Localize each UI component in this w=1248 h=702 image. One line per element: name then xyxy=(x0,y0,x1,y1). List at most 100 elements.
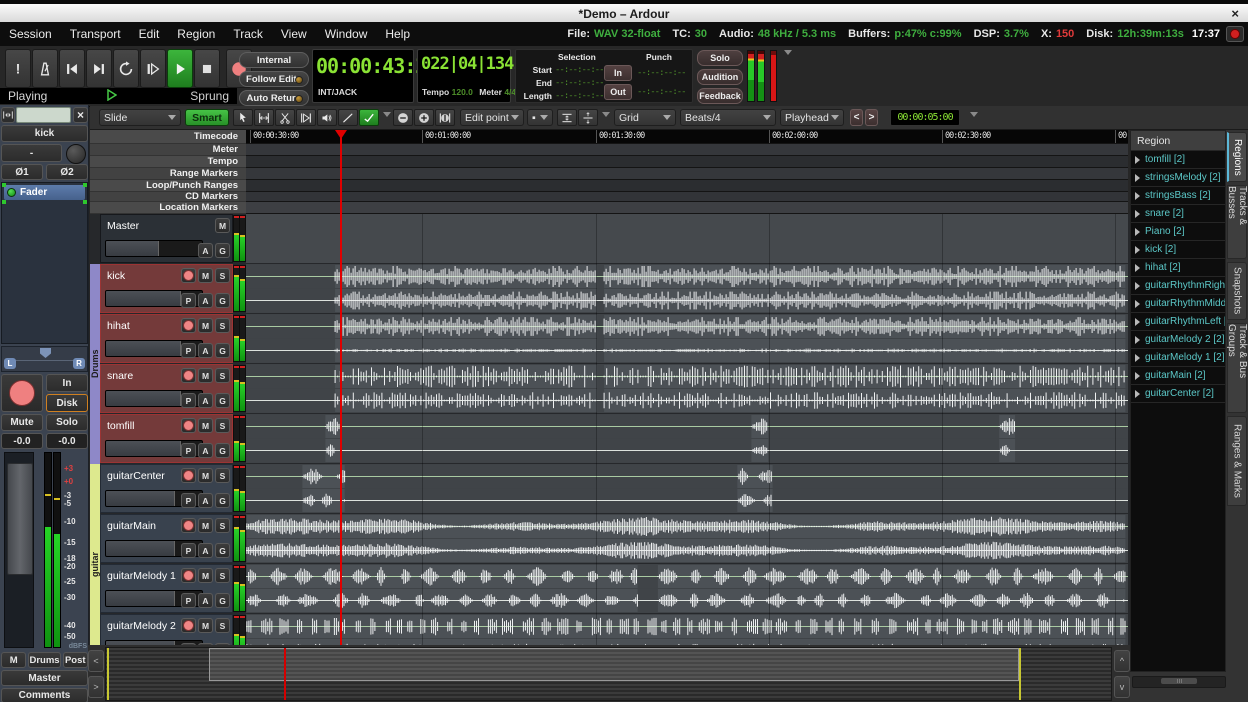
audition-icon[interactable] xyxy=(317,109,337,126)
zoom-fit-icon[interactable] xyxy=(435,109,455,126)
menu-session[interactable]: Session xyxy=(0,27,61,41)
solo-button[interactable]: Solo xyxy=(46,414,88,431)
grab-icon[interactable] xyxy=(233,109,253,126)
stretch-icon[interactable] xyxy=(296,109,316,126)
output-button[interactable]: Master xyxy=(1,670,88,686)
track-name[interactable]: tomfill xyxy=(107,420,134,432)
goto-end-button[interactable] xyxy=(86,49,112,88)
solo-button[interactable]: S xyxy=(215,418,230,433)
group-button[interactable]: G xyxy=(215,243,230,258)
tempo-value[interactable]: 120.0 xyxy=(452,87,473,97)
goto-start-button[interactable] xyxy=(59,49,85,88)
summary-canvas[interactable] xyxy=(105,647,1112,701)
nudge-clock[interactable]: 00:00:05:00 xyxy=(890,109,960,126)
processor-box[interactable]: Fader xyxy=(1,182,88,344)
track-header[interactable]: guitarMelody 1MSPAG xyxy=(100,564,233,613)
group-button[interactable]: G xyxy=(215,343,230,358)
track-canvas[interactable] xyxy=(246,214,1128,263)
playhead[interactable] xyxy=(340,131,342,645)
draw-icon[interactable] xyxy=(338,109,358,126)
summary-scroll-left-button[interactable]: < xyxy=(88,650,104,672)
solo-button[interactable]: S xyxy=(215,318,230,333)
record-arm-button[interactable] xyxy=(181,318,196,333)
panner[interactable]: L R xyxy=(1,346,88,372)
monitor-disk-button[interactable]: Disk xyxy=(46,394,88,412)
automation-button[interactable]: A xyxy=(198,493,213,508)
playlist-button[interactable]: P xyxy=(181,493,196,508)
record-enable-button[interactable] xyxy=(1,374,43,412)
shrink-tracks-icon[interactable] xyxy=(557,109,577,126)
tab-track-bus-groups[interactable]: Track & Bus Groups xyxy=(1227,323,1247,413)
trim-knob[interactable] xyxy=(66,144,86,164)
ruler-meter[interactable] xyxy=(246,144,1128,156)
region-list-item[interactable]: hihat [2] xyxy=(1131,259,1225,277)
group-button[interactable]: G xyxy=(215,293,230,308)
playlist-button[interactable]: P xyxy=(181,343,196,358)
ruler-label-location-markers[interactable]: Location Markers xyxy=(90,202,246,214)
triangle-right-icon[interactable] xyxy=(1135,372,1140,380)
region-list-item[interactable]: stringsBass [2] xyxy=(1131,187,1225,205)
triangle-right-icon[interactable] xyxy=(1135,318,1140,326)
record-arm-button[interactable] xyxy=(181,618,196,633)
mute-button[interactable]: Mute xyxy=(1,414,43,431)
ruler-label-cd-markers[interactable]: CD Markers xyxy=(90,192,246,202)
expand-tracks-icon[interactable] xyxy=(578,109,598,126)
processor-led-icon[interactable] xyxy=(7,188,16,197)
titlebar[interactable]: *Demo – Ardour × xyxy=(0,0,1248,22)
track-header[interactable]: MasterMAG xyxy=(100,214,233,263)
secondary-clock[interactable]: 022|04|1341 Tempo 120.0 Meter 4/4 xyxy=(417,49,511,103)
triangle-right-icon[interactable] xyxy=(1135,210,1140,218)
track-header[interactable]: snareMSPAG xyxy=(100,364,233,413)
smart-mode-button[interactable]: Smart xyxy=(185,109,229,126)
solo-button[interactable]: S xyxy=(215,568,230,583)
close-icon[interactable]: × xyxy=(73,107,88,123)
fader-processor[interactable]: Fader xyxy=(4,185,85,200)
triangle-right-icon[interactable] xyxy=(1135,264,1140,272)
chevron-down-icon[interactable] xyxy=(784,50,792,55)
track-name[interactable]: guitarCenter xyxy=(107,470,165,482)
mute-button[interactable]: M xyxy=(198,568,213,583)
auto-return-button[interactable]: Auto Return xyxy=(239,90,309,106)
region-list-item[interactable]: guitarRhythmRight [2] xyxy=(1131,277,1225,295)
region-list-item[interactable]: kick [2] xyxy=(1131,241,1225,259)
menu-track[interactable]: Track xyxy=(224,27,272,41)
internal-edit-icon[interactable] xyxy=(359,109,379,126)
record-arm-button[interactable] xyxy=(181,268,196,283)
region-list-item[interactable]: Piano [2] xyxy=(1131,223,1225,241)
snap-mode-dropdown[interactable]: Grid xyxy=(614,109,676,126)
summary-scroll-right-button[interactable]: > xyxy=(88,676,104,698)
region-list-item[interactable]: snare [2] xyxy=(1131,205,1225,223)
zoom-out-icon[interactable] xyxy=(393,109,413,126)
track-gain-fader[interactable] xyxy=(105,240,203,257)
track-name[interactable]: hihat xyxy=(107,320,130,332)
audition-button[interactable]: Audition xyxy=(697,69,743,85)
track-canvas[interactable] xyxy=(246,264,1128,313)
solo-button[interactable]: Solo xyxy=(697,50,743,66)
triangle-right-icon[interactable] xyxy=(1135,228,1140,236)
tab-tracks-busses[interactable]: Tracks & Busses xyxy=(1227,185,1247,259)
track-name[interactable]: guitarMelody 2 xyxy=(107,620,176,632)
group-button[interactable]: G xyxy=(215,393,230,408)
mute-button[interactable]: M xyxy=(215,218,230,233)
ruler-location-markers[interactable] xyxy=(246,202,1128,214)
tab-regions[interactable]: Regions xyxy=(1227,132,1247,182)
track-header[interactable]: kickMSPAG xyxy=(100,264,233,313)
group-button[interactable]: G xyxy=(215,493,230,508)
track-header[interactable]: guitarMainMSPAG xyxy=(100,514,233,563)
edit-point-dropdown[interactable]: Edit point xyxy=(460,109,524,126)
triangle-right-icon[interactable] xyxy=(1135,282,1140,290)
region-list-item[interactable]: guitarCenter [2] xyxy=(1131,385,1225,403)
region-list-item[interactable]: guitarRhythmMiddle [2] xyxy=(1131,295,1225,313)
edit-point-value-dropdown[interactable]: Playhead xyxy=(780,109,844,126)
tab-snapshots[interactable]: Snapshots xyxy=(1227,262,1247,320)
triangle-right-icon[interactable] xyxy=(1135,156,1140,164)
menu-window[interactable]: Window xyxy=(316,27,377,41)
ruler-label-tempo[interactable]: Tempo xyxy=(90,156,246,168)
summary-scroll-up-button[interactable]: ^ xyxy=(1114,650,1130,672)
nudge-forward-button[interactable]: > xyxy=(865,109,878,126)
group-strip-guitar[interactable]: guitar xyxy=(90,464,100,645)
region-list-header[interactable]: Region xyxy=(1131,131,1225,151)
triangle-right-icon[interactable] xyxy=(1135,300,1140,308)
strip-track-name[interactable]: kick xyxy=(1,125,88,142)
marker-dropdown[interactable]: ▪ xyxy=(527,109,553,126)
